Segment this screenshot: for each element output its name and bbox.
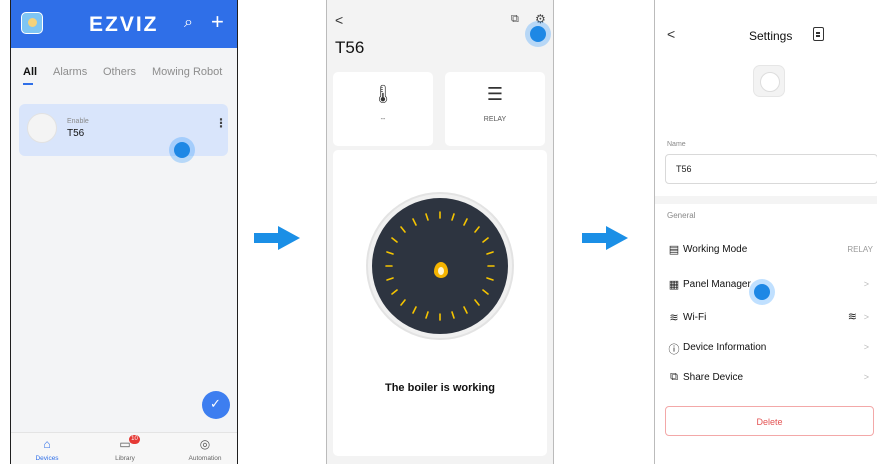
panel-manager-label: Panel Manager xyxy=(683,279,751,290)
tab-others[interactable]: Others xyxy=(103,66,136,78)
device-title: T56 xyxy=(335,38,365,57)
device-information-label: Device Information xyxy=(683,342,767,353)
chevron-right-icon: > xyxy=(863,312,869,322)
section-divider xyxy=(655,196,877,204)
nav-devices-label: Devices xyxy=(35,455,59,462)
tab-alarms[interactable]: Alarms xyxy=(53,66,87,78)
library-icon: ▭ xyxy=(119,437,131,451)
page-title: Settings xyxy=(749,29,793,43)
tap-indicator xyxy=(169,137,195,163)
device-status: Enable xyxy=(67,118,89,125)
arrow-right-icon xyxy=(254,226,300,250)
document-icon[interactable] xyxy=(813,27,824,41)
profile-avatar[interactable] xyxy=(21,12,43,34)
nav-library[interactable]: ▭ 10 Library xyxy=(95,435,155,462)
tap-indicator xyxy=(525,21,551,47)
chevron-right-icon: > xyxy=(863,342,869,352)
boiler-dial xyxy=(368,194,512,338)
nav-automation[interactable]: ◎ Automation xyxy=(175,437,235,462)
tab-mowing-robot[interactable]: Mowing Robot xyxy=(152,66,222,78)
panel-icon: ▦ xyxy=(668,279,680,291)
back-icon[interactable]: < xyxy=(667,26,675,42)
share-icon[interactable]: ⧉ xyxy=(511,13,519,26)
device-name: T56 xyxy=(67,128,85,139)
device-information-row[interactable]: ⓘ Device Information > xyxy=(655,336,877,362)
mode-icon: ▤ xyxy=(668,244,680,256)
share-device-label: Share Device xyxy=(683,372,744,383)
working-mode-row[interactable]: ▤ Working Mode RELAY xyxy=(655,238,877,264)
info-icon: ⓘ xyxy=(668,344,680,356)
plus-icon[interactable]: + xyxy=(211,9,224,35)
name-field[interactable]: T56 xyxy=(665,154,877,184)
working-mode-value: RELAY xyxy=(847,245,873,254)
device-list-screen: EZVIZ ⌕ + All Alarms Others Mowing Robot… xyxy=(10,0,238,464)
share-icon: ⧉ xyxy=(670,371,678,383)
flame-icon xyxy=(434,262,448,278)
section-general: General xyxy=(667,211,696,220)
device-card[interactable]: Enable T56 ⋮ xyxy=(19,104,228,156)
device-thumbnail xyxy=(27,113,57,143)
arrow-right-icon xyxy=(582,226,628,250)
tap-indicator xyxy=(749,279,775,305)
nav-library-label: Library xyxy=(115,455,135,462)
working-mode-label: Working Mode xyxy=(683,244,748,255)
shield-icon[interactable] xyxy=(202,391,230,419)
nav-automation-label: Automation xyxy=(188,455,222,462)
wifi-label: Wi-Fi xyxy=(683,312,707,323)
wifi-signal-icon: ≋ xyxy=(847,311,857,323)
chevron-right-icon: > xyxy=(863,279,869,289)
boiler-status: The boiler is working xyxy=(384,382,496,394)
device-image xyxy=(753,65,785,97)
thermometer-icon: 🌡 xyxy=(371,84,395,104)
name-label: Name xyxy=(667,141,686,148)
active-tab-indicator xyxy=(23,83,33,85)
app-header: EZVIZ ⌕ + xyxy=(11,0,237,48)
relay-label: RELAY xyxy=(483,116,507,123)
settings-screen: < Settings Name T56 General ▤ Working Mo… xyxy=(654,0,877,464)
boiler-panel: The boiler is working xyxy=(333,150,547,456)
delete-button[interactable]: Delete xyxy=(665,406,874,436)
bottom-nav: ⌂ Devices ▭ 10 Library ◎ Automation xyxy=(11,432,237,464)
tutorial-stage: EZVIZ ⌕ + All Alarms Others Mowing Robot… xyxy=(0,0,877,464)
library-badge: 10 xyxy=(129,435,140,444)
chevron-right-icon: > xyxy=(863,372,869,382)
device-panel-screen: < ⧉ ⚙ T56 🌡 -- ☰ RELAY The boiler is wor… xyxy=(326,0,554,464)
nav-devices[interactable]: ⌂ Devices xyxy=(17,437,77,462)
sliders-icon: ☰ xyxy=(486,84,504,104)
relay-tile[interactable]: ☰ RELAY xyxy=(445,72,545,146)
category-tabs: All Alarms Others Mowing Robot xyxy=(11,60,237,90)
back-icon[interactable]: < xyxy=(335,12,343,28)
tab-all[interactable]: All xyxy=(23,66,37,78)
share-device-row[interactable]: ⧉ Share Device > xyxy=(655,366,877,392)
compass-icon: ◎ xyxy=(199,437,211,451)
app-logo: EZVIZ xyxy=(89,13,159,36)
temperature-tile[interactable]: 🌡 -- xyxy=(333,72,433,146)
wifi-icon: ≋ xyxy=(669,312,679,324)
home-icon: ⌂ xyxy=(43,437,51,451)
temperature-value: -- xyxy=(380,116,386,123)
wifi-row[interactable]: ≋ Wi-Fi ≋ > xyxy=(655,306,877,332)
search-icon[interactable]: ⌕ xyxy=(184,14,193,32)
more-options-icon[interactable]: ⋮ xyxy=(215,117,227,129)
